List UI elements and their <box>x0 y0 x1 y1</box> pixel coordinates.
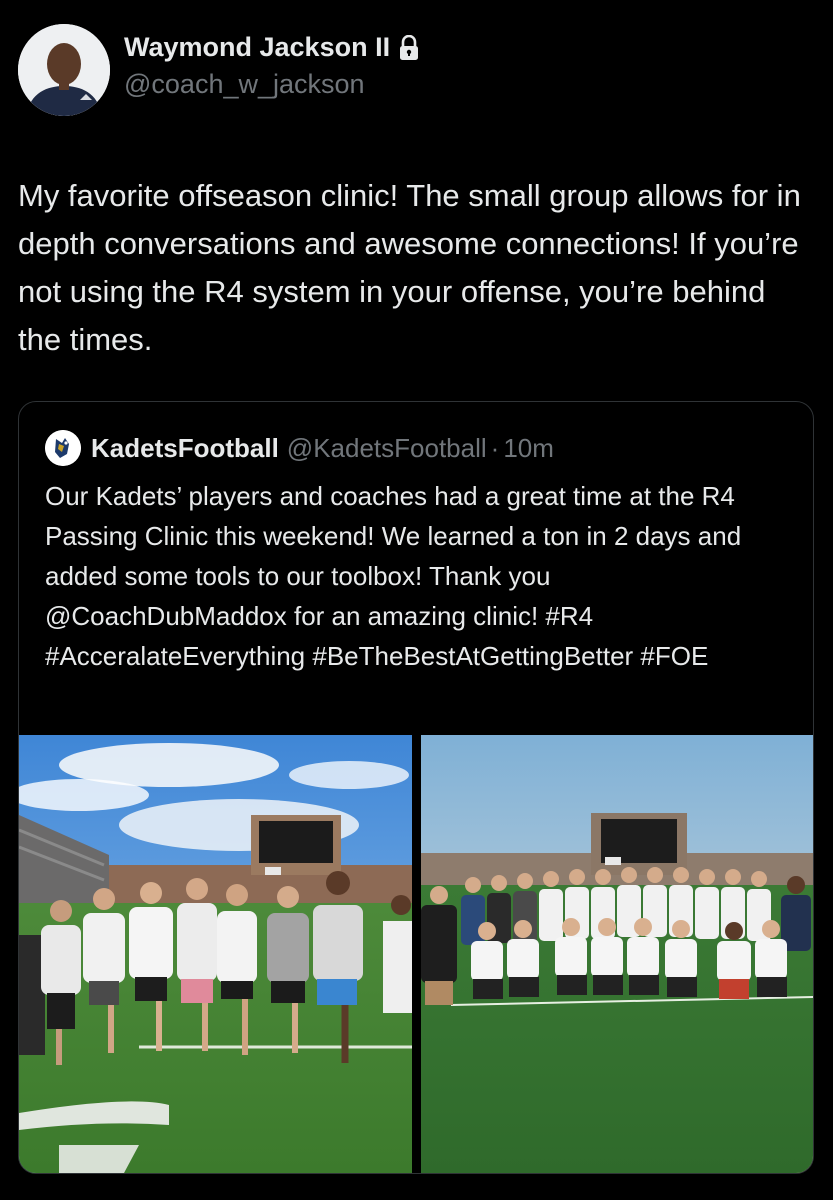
author-avatar[interactable] <box>18 24 110 116</box>
mascot-logo-icon[interactable] <box>45 430 81 466</box>
quoted-tweet-card[interactable]: KadetsFootball @KadetsFootball · 10m Our… <box>18 401 814 1174</box>
author-name-row[interactable]: Waymond Jackson II <box>124 32 420 63</box>
quoted-tweet-text: Our Kadets’ players and coaches had a gr… <box>45 481 742 671</box>
author-name[interactable]: Waymond Jackson II <box>124 32 390 63</box>
clinic-photo-right[interactable] <box>421 735 813 1173</box>
author-block: Waymond Jackson II @coach_w_jackson <box>124 32 420 100</box>
quoted-tweet-header: KadetsFootball @KadetsFootball · 10m <box>45 430 554 466</box>
quoted-author-name[interactable]: KadetsFootball <box>91 433 279 464</box>
separator-dot: · <box>490 432 500 463</box>
clinic-photo-left[interactable] <box>19 735 412 1173</box>
tweet-text: My favorite offseason clinic! The small … <box>18 178 801 357</box>
quoted-timestamp[interactable]: 10m <box>503 433 554 464</box>
author-handle[interactable]: @coach_w_jackson <box>124 69 420 100</box>
lock-icon <box>398 34 420 61</box>
quoted-author-handle[interactable]: @KadetsFootball <box>287 433 487 464</box>
